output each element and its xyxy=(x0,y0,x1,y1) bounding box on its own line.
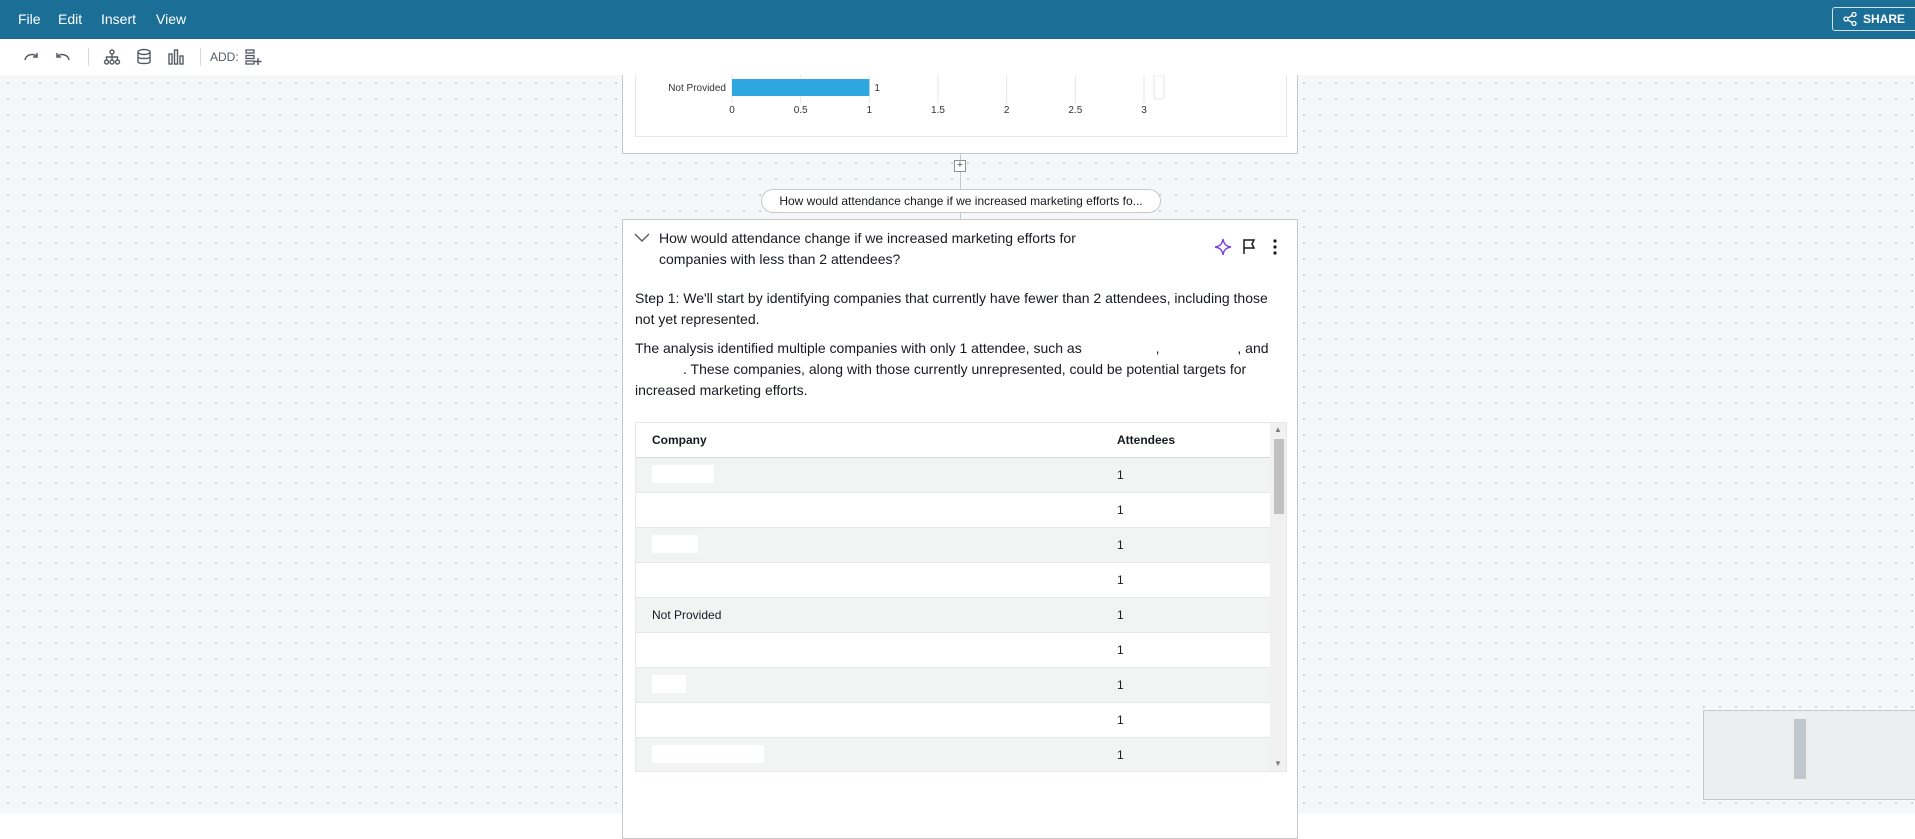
table-row[interactable]: 1 xyxy=(636,632,1270,668)
attendees-cell: 1 xyxy=(1101,562,1270,598)
category-label: Not Provided xyxy=(668,83,726,94)
bar xyxy=(732,79,870,96)
minimap[interactable] xyxy=(1703,710,1915,800)
redacted-value xyxy=(652,534,698,553)
results-table: Company Attendees 1 1 1 1 Not Provided 1… xyxy=(635,422,1287,772)
company-cell xyxy=(636,562,1101,598)
table-row[interactable]: 1 xyxy=(636,527,1270,563)
table-row[interactable]: 1 xyxy=(636,702,1270,738)
chart-scroll-handle xyxy=(1153,74,1165,100)
data-label: 1 xyxy=(874,83,880,94)
table-row[interactable]: 1 xyxy=(636,457,1270,493)
hierarchy-icon[interactable] xyxy=(103,48,121,66)
menu-file[interactable]: File xyxy=(18,11,41,27)
share-label: SHARE xyxy=(1863,12,1906,26)
data-table: Company Attendees 1 1 1 1 Not Provided 1… xyxy=(636,423,1270,771)
menu-edit[interactable]: Edit xyxy=(58,11,82,27)
attendees-cell: 1 xyxy=(1101,492,1270,528)
company-cell xyxy=(636,667,1101,703)
attendees-cell: 1 xyxy=(1101,597,1270,633)
toolbar-divider xyxy=(200,48,201,66)
chart-area: 0 0.5 1 1.5 2 2.5 3 Not Provided 1 xyxy=(635,74,1287,137)
canvas: 0 0.5 1 1.5 2 2.5 3 Not Provided 1 + How would a… xyxy=(0,74,1915,839)
table-header-row: Company Attendees xyxy=(636,423,1270,458)
redacted-value xyxy=(652,674,686,693)
scroll-thumb[interactable] xyxy=(1274,439,1284,514)
menu-insert[interactable]: Insert xyxy=(101,11,136,27)
question-pill[interactable]: How would attendance change if we increa… xyxy=(761,189,1161,213)
add-node-icon[interactable]: + xyxy=(954,160,966,172)
x-tick-label: 0 xyxy=(729,105,735,116)
analysis-text: The analysis identified multiple compani… xyxy=(635,338,1269,398)
analysis-text-part1: The analysis identified multiple compani… xyxy=(635,340,1082,356)
attendees-cell: 1 xyxy=(1101,527,1270,563)
attendees-cell: 1 xyxy=(1101,632,1270,668)
attendees-cell: 1 xyxy=(1101,702,1270,738)
x-tick-label: 2 xyxy=(1004,105,1010,116)
step-1-text: Step 1: We'll start by identifying compa… xyxy=(635,290,1268,327)
redacted-value xyxy=(652,744,764,763)
table-row[interactable]: 1 xyxy=(636,737,1270,771)
x-tick-label: 1.5 xyxy=(931,105,945,116)
sparkle-icon[interactable] xyxy=(1214,238,1232,256)
flag-icon[interactable] xyxy=(1240,238,1258,256)
toolbar-divider xyxy=(88,48,89,66)
x-tick-label: 3 xyxy=(1141,105,1147,116)
table-row[interactable]: 1 xyxy=(636,562,1270,598)
add-block-icon[interactable] xyxy=(244,48,262,66)
column-header-attendees[interactable]: Attendees xyxy=(1101,423,1270,458)
table-scrollbar[interactable]: ▲ ▼ xyxy=(1270,423,1286,771)
x-tick-label: 1 xyxy=(867,105,873,116)
redacted-company: x xyxy=(1085,338,1156,359)
company-cell xyxy=(636,492,1101,528)
scroll-up-icon[interactable]: ▲ xyxy=(1274,425,1282,434)
redo-icon[interactable] xyxy=(22,48,40,66)
menu-bar: File Edit Insert View SHARE xyxy=(0,0,1915,39)
scroll-down-icon[interactable]: ▼ xyxy=(1274,759,1282,768)
company-cell xyxy=(636,737,1101,771)
company-cell xyxy=(636,457,1101,493)
table-row[interactable]: 1 xyxy=(636,492,1270,528)
card-question: How would attendance change if we increa… xyxy=(659,230,1076,267)
attendees-cell: 1 xyxy=(1101,457,1270,493)
attendees-cell: 1 xyxy=(1101,737,1270,771)
redacted-company: x xyxy=(635,359,683,380)
more-options-icon[interactable] xyxy=(1266,238,1284,256)
company-cell: Not Provided xyxy=(636,597,1101,633)
chart-card: 0 0.5 1 1.5 2 2.5 3 Not Provided 1 xyxy=(622,74,1298,154)
database-icon[interactable] xyxy=(135,48,153,66)
share-button[interactable]: SHARE xyxy=(1832,7,1915,31)
column-header-company[interactable]: Company xyxy=(636,423,1101,458)
chevron-down-icon[interactable] xyxy=(633,232,651,244)
answer-card: How would attendance change if we increa… xyxy=(622,219,1298,839)
analysis-text-part2: These companies, along with those curren… xyxy=(635,361,1247,398)
add-label: ADD: xyxy=(210,50,239,64)
bar-chart-icon[interactable] xyxy=(167,48,185,66)
redacted-value xyxy=(652,464,714,483)
undo-icon[interactable] xyxy=(54,48,72,66)
x-tick-label: 0.5 xyxy=(794,105,808,116)
company-cell xyxy=(636,632,1101,668)
company-cell xyxy=(636,702,1101,738)
minimap-viewport xyxy=(1794,719,1806,779)
company-cell xyxy=(636,527,1101,563)
toolbar: ADD: xyxy=(0,39,1915,76)
table-row[interactable]: Not Provided 1 xyxy=(636,597,1270,633)
table-row[interactable]: 1 xyxy=(636,667,1270,703)
menu-view[interactable]: View xyxy=(156,11,186,27)
redacted-company: x xyxy=(1163,338,1238,359)
x-tick-label: 2.5 xyxy=(1068,105,1082,116)
bar-chart: 0 0.5 1 1.5 2 2.5 3 Not Provided 1 xyxy=(668,74,1165,116)
share-icon xyxy=(1843,12,1857,26)
attendees-cell: 1 xyxy=(1101,667,1270,703)
